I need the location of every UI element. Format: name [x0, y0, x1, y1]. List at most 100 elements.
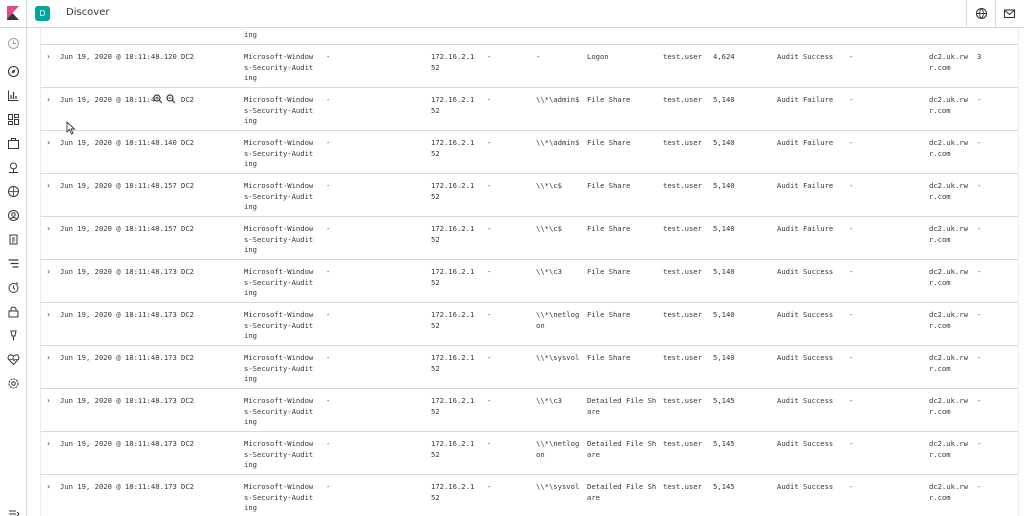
cell-outcome: Audit Failure [777, 95, 834, 104]
cell-field: - [487, 396, 492, 405]
cell-event-id: 5,145 [713, 396, 735, 405]
apm-icon[interactable] [7, 257, 20, 270]
expand-row-chevron-icon[interactable]: › [47, 95, 50, 106]
cell-task: File Share [587, 138, 631, 147]
cell-domain: dc2.uk.rw r.com [929, 95, 968, 115]
table-row[interactable]: › Jun 19, 2020 @ 18:11:48.120 DC2 Microsoft… [41, 44, 1018, 87]
cell-task: Detailed File Sh are [587, 396, 657, 416]
discover-icon[interactable] [7, 65, 20, 78]
zoom-out-icon[interactable] [166, 94, 176, 104]
mail-icon[interactable] [1003, 7, 1016, 20]
cell-provider: Microsoft-Window s-Security-Audit ing [244, 181, 314, 211]
cell-field: - [849, 353, 854, 362]
table-row[interactable]: › Jun 19, 2020 @ 18:11:48.173 DC2 Microsoft… [41, 388, 1018, 431]
monitoring-icon[interactable] [7, 353, 20, 366]
table-cell: ing [244, 30, 257, 39]
app-badge-icon[interactable]: D [35, 6, 50, 21]
visualize-icon[interactable] [7, 89, 20, 102]
cell-field: - [326, 52, 331, 61]
expand-row-chevron-icon[interactable]: › [47, 396, 50, 407]
canvas-icon[interactable] [7, 137, 20, 150]
machine-learning-icon[interactable] [7, 185, 20, 198]
cell-host: DC2 [181, 95, 194, 104]
cell-user: test.user [663, 52, 702, 61]
expand-row-chevron-icon[interactable]: › [47, 482, 50, 493]
expand-row-chevron-icon[interactable]: › [47, 439, 50, 450]
cell-share-name: \\*\netlog on [536, 439, 580, 459]
header-divider [26, 0, 27, 28]
dashboard-icon[interactable] [7, 113, 20, 126]
kibana-logo-icon[interactable] [6, 6, 20, 20]
table-row[interactable]: › Jun 19, 2020 @ 18:11:4 DC2 Microsoft-Wind… [41, 87, 1018, 130]
dev-tools-icon[interactable] [7, 329, 20, 342]
table-row[interactable]: › Jun 19, 2020 @ 18:11:48.140 DC2 Microsoft… [41, 130, 1018, 173]
maps-icon[interactable] [7, 161, 20, 174]
table-row[interactable]: › Jun 19, 2020 @ 18:11:48.173 DC2 Microsoft… [41, 259, 1018, 302]
cell-user: test.user [663, 353, 702, 362]
cell-domain: dc2.uk.rw r.com [929, 482, 968, 502]
cell-field: - [849, 396, 854, 405]
table-row[interactable]: › Jun 19, 2020 @ 18:11:48.157 DC2 Microsoft… [41, 216, 1018, 259]
infrastructure-icon[interactable] [7, 209, 20, 222]
cell-timestamp: Jun 19, 2020 @ 18:11:48.157 [60, 181, 177, 190]
cell-event-id: 4,624 [713, 52, 735, 61]
clock-icon[interactable] [7, 37, 20, 50]
cell-field: - [849, 95, 854, 104]
cell-host: DC2 [181, 138, 194, 147]
cell-event-id: 5,140 [713, 138, 735, 147]
cell-domain: dc2.uk.rw r.com [929, 267, 968, 287]
cell-field: - [977, 95, 982, 104]
cell-field: - [326, 181, 331, 190]
collapse-icon[interactable] [7, 507, 20, 516]
cell-task: File Share [587, 181, 631, 190]
cell-outcome: Audit Success [777, 310, 834, 319]
cell-field: - [326, 138, 331, 147]
cell-share-name: \\*\sysvol [536, 482, 580, 491]
cell-source-ip: 172.16.2.1 52 [431, 396, 475, 416]
side-navigation [0, 28, 27, 516]
cell-user: test.user [663, 267, 702, 276]
header-divider [995, 0, 996, 28]
table-row[interactable]: › Jun 19, 2020 @ 18:11:48.173 DC2 Microsoft… [41, 431, 1018, 474]
cell-timestamp: Jun 19, 2020 @ 18:11:48.173 [60, 310, 177, 319]
cell-timestamp: Jun 19, 2020 @ 18:11:48.173 [60, 396, 177, 405]
expand-row-chevron-icon[interactable]: › [47, 224, 50, 235]
table-row[interactable]: › Jun 19, 2020 @ 18:11:48.173 DC2 Microsoft… [41, 345, 1018, 388]
cell-field: - [487, 353, 492, 362]
cell-field: - [977, 310, 982, 319]
cell-field: - [977, 439, 982, 448]
table-row[interactable]: › Jun 19, 2020 @ 18:11:48.173 DC2 Microsoft… [41, 474, 1018, 516]
expand-row-chevron-icon[interactable]: › [47, 267, 50, 278]
expand-row-chevron-icon[interactable]: › [47, 353, 50, 364]
management-icon[interactable] [7, 377, 20, 390]
expand-row-chevron-icon[interactable]: › [47, 52, 50, 63]
cell-event-id: 5,140 [713, 267, 735, 276]
logs-icon[interactable] [7, 233, 20, 246]
cell-timestamp: Jun 19, 2020 @ 18:11:48.173 [60, 353, 177, 362]
expand-row-chevron-icon[interactable]: › [47, 181, 50, 192]
cell-user: test.user [663, 439, 702, 448]
cell-timestamp: Jun 19, 2020 @ 18:11:48.120 [60, 52, 177, 61]
cell-field: - [326, 224, 331, 233]
uptime-icon[interactable] [7, 281, 20, 294]
cell-outcome: Audit Success [777, 396, 834, 405]
cell-source-ip: 172.16.2.1 52 [431, 138, 475, 158]
cell-field: - [849, 138, 854, 147]
cell-event-id: 5,140 [713, 224, 735, 233]
cell-domain: dc2.uk.rw r.com [929, 439, 968, 459]
cell-task: Detailed File Sh are [587, 439, 657, 459]
expand-row-chevron-icon[interactable]: › [47, 310, 50, 321]
zoom-in-icon[interactable] [153, 94, 163, 104]
siem-icon[interactable] [7, 305, 20, 318]
cell-field: - [487, 310, 492, 319]
cell-field: - [977, 181, 982, 190]
cell-outcome: Audit Success [777, 52, 834, 61]
cell-host: DC2 [181, 353, 194, 362]
table-row[interactable]: › Jun 19, 2020 @ 18:11:48.173 DC2 Microsoft… [41, 302, 1018, 345]
help-icon[interactable] [975, 7, 988, 20]
table-row[interactable]: › Jun 19, 2020 @ 18:11:48.157 DC2 Microsoft… [41, 173, 1018, 216]
cell-field: - [977, 353, 982, 362]
cell-source-ip: 172.16.2.1 52 [431, 482, 475, 502]
expand-row-chevron-icon[interactable]: › [47, 138, 50, 149]
filter-actions [153, 94, 176, 108]
